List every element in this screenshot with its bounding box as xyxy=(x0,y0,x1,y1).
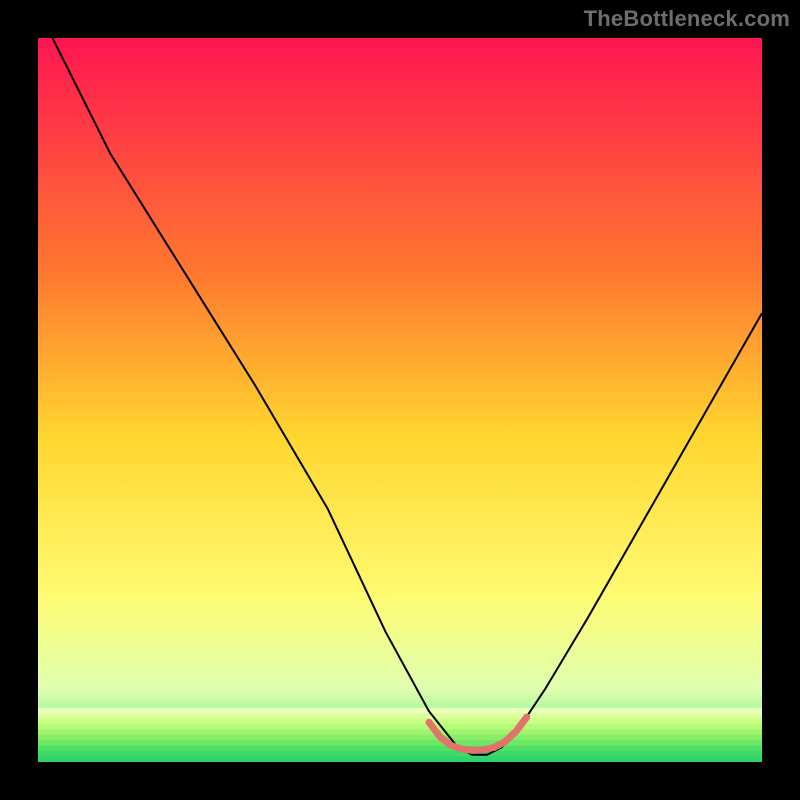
bottleneck-chart xyxy=(38,38,762,762)
watermark-text: TheBottleneck.com xyxy=(584,6,790,32)
chart-frame: TheBottleneck.com xyxy=(0,0,800,800)
plot-area xyxy=(38,38,762,762)
